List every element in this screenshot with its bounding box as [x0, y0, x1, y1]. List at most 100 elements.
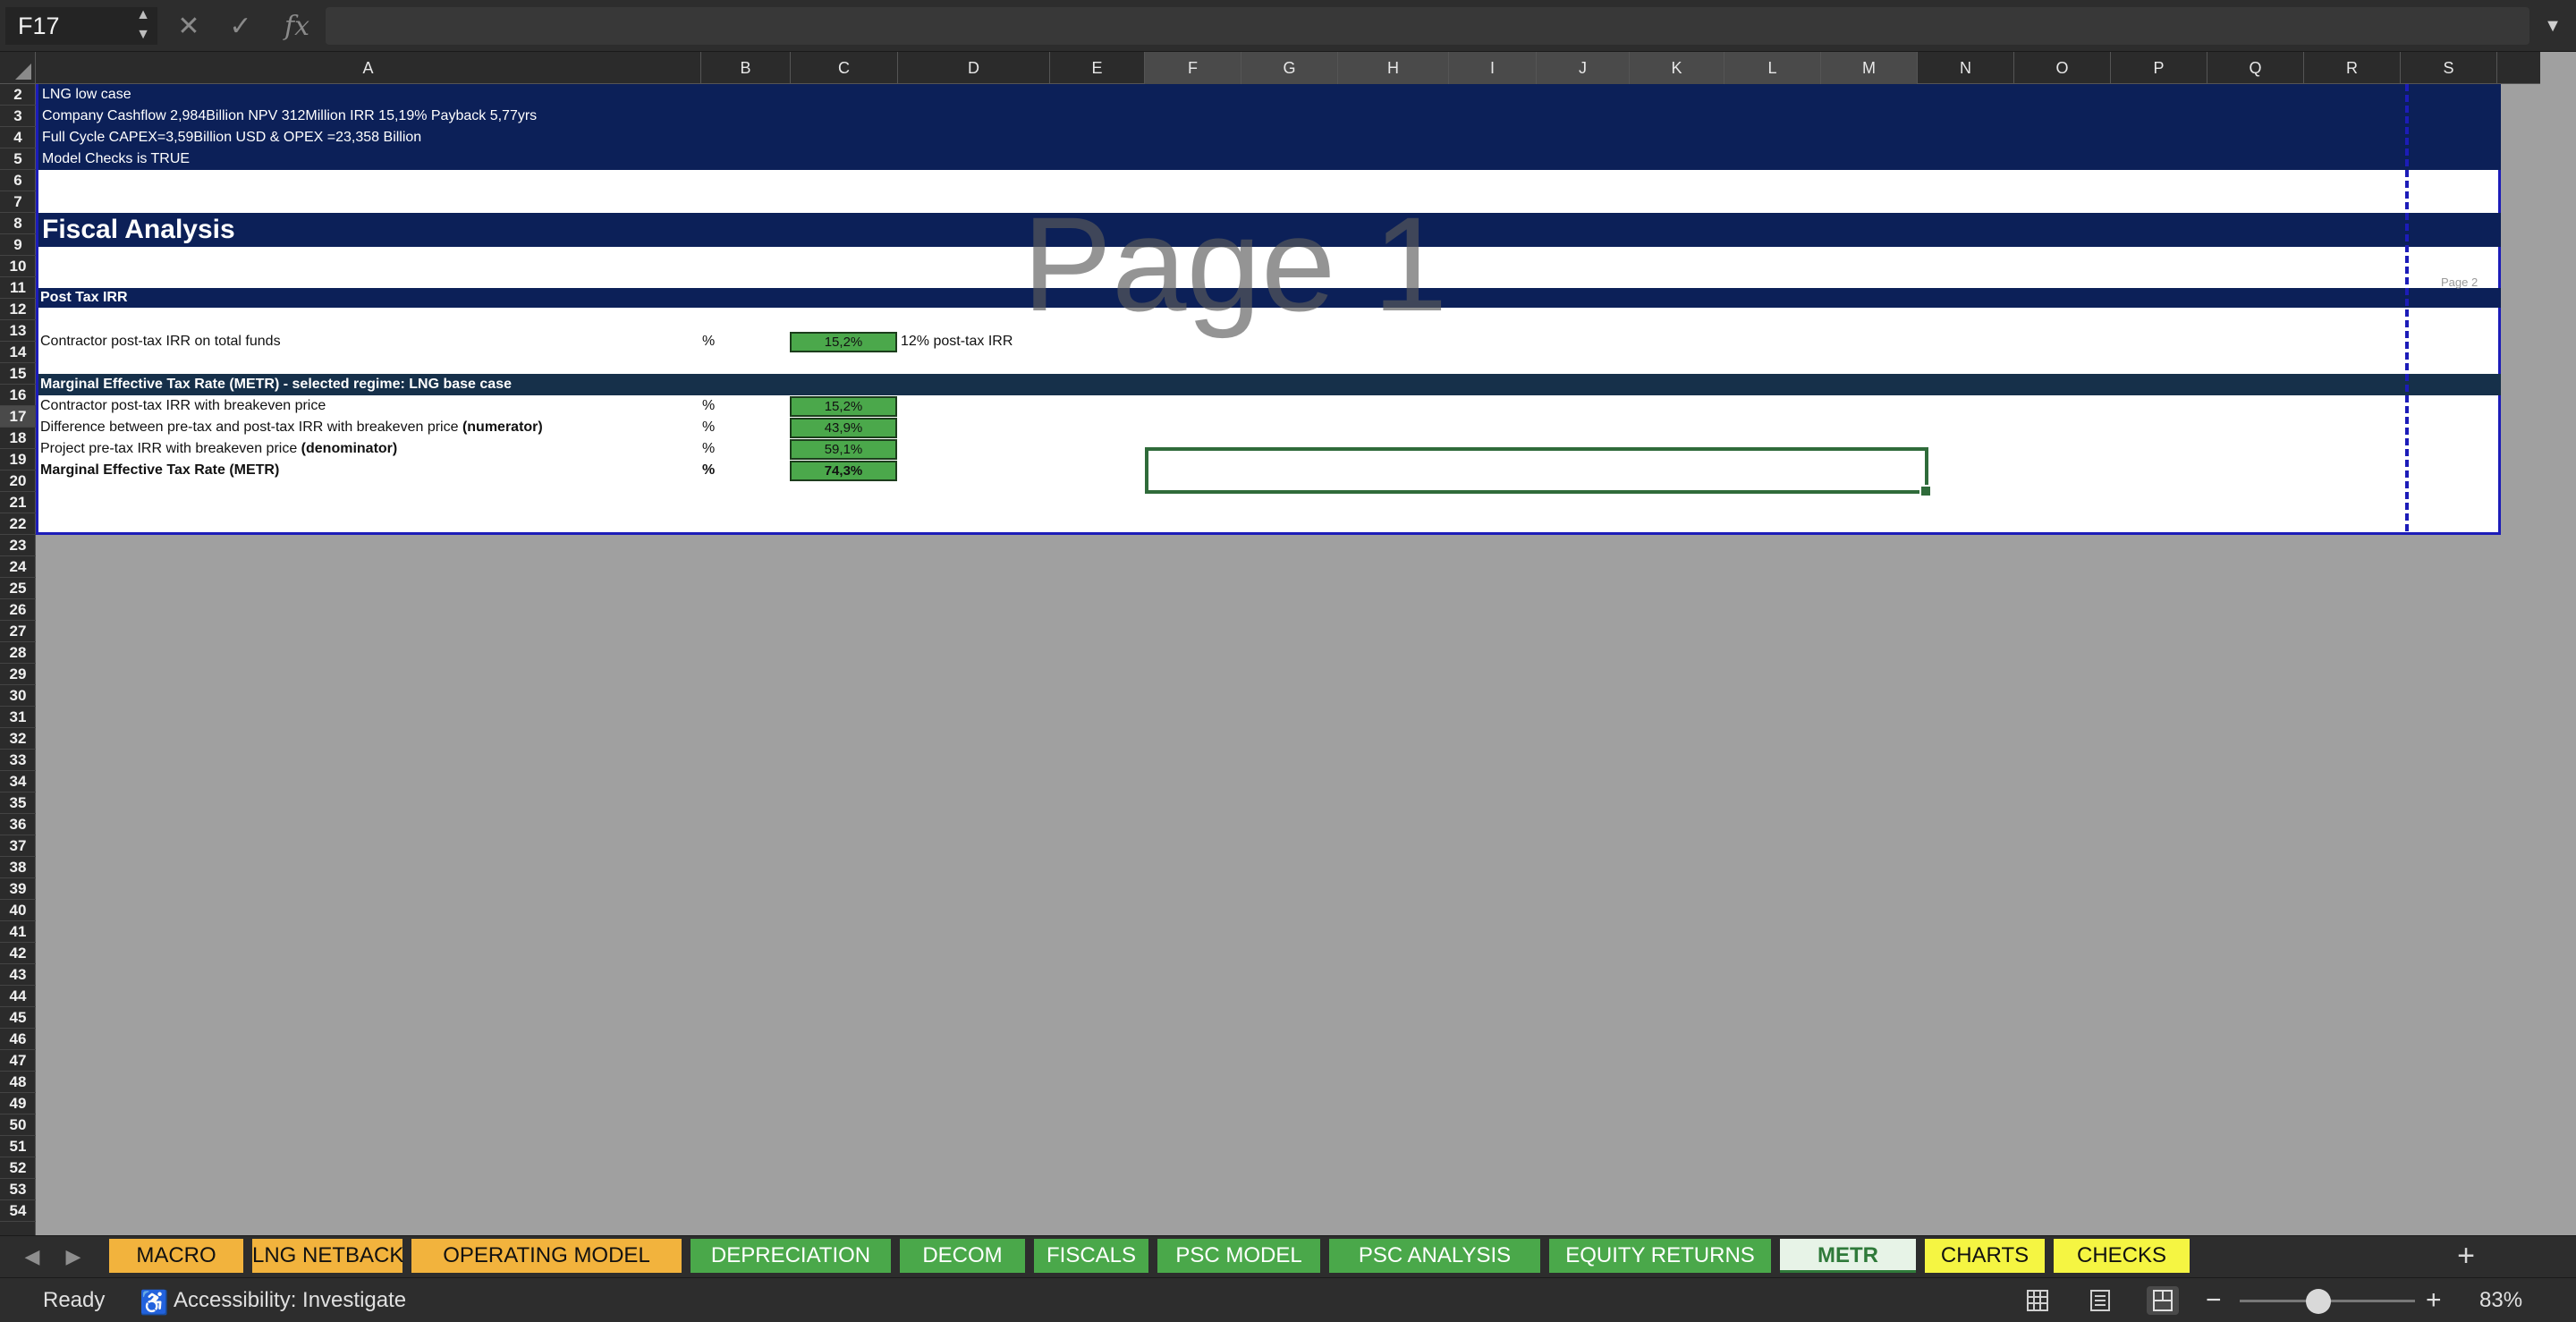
row-header-37[interactable]: 37	[0, 835, 36, 857]
column-header-c[interactable]: C	[791, 52, 898, 84]
zoom-slider[interactable]	[2240, 1289, 2415, 1314]
column-header-l[interactable]: L	[1724, 52, 1821, 84]
row-header-52[interactable]: 52	[0, 1157, 36, 1179]
row-header-46[interactable]: 46	[0, 1029, 36, 1050]
sheet-tab-fiscals[interactable]: FISCALS	[1034, 1239, 1148, 1273]
row-header-40[interactable]: 40	[0, 900, 36, 921]
zoom-in-button[interactable]: +	[2426, 1278, 2442, 1322]
row-header-25[interactable]: 25	[0, 578, 36, 599]
row-header-49[interactable]: 49	[0, 1093, 36, 1114]
page-layout-view-icon[interactable]	[2084, 1286, 2116, 1315]
column-header-g[interactable]: G	[1241, 52, 1338, 84]
row-header-50[interactable]: 50	[0, 1114, 36, 1136]
accessibility-status[interactable]: Accessibility: Investigate	[174, 1278, 406, 1322]
normal-view-icon[interactable]	[2021, 1286, 2054, 1315]
column-header-m[interactable]: M	[1821, 52, 1918, 84]
row-header-30[interactable]: 30	[0, 685, 36, 707]
cell-c17[interactable]: 43,9%	[790, 418, 897, 438]
cell-a19[interactable]: Marginal Effective Tax Rate (METR)	[40, 460, 279, 481]
selected-cell-f17[interactable]	[1145, 447, 1932, 497]
row-header-18[interactable]: 18	[0, 428, 36, 449]
row-header-38[interactable]: 38	[0, 857, 36, 878]
cell-a3[interactable]: Company Cashflow 2,984Billion NPV 312Mil…	[42, 106, 537, 127]
row-header-3[interactable]: 3	[0, 106, 36, 127]
column-header-n[interactable]: N	[1918, 52, 2014, 84]
column-header-j[interactable]: J	[1537, 52, 1630, 84]
row-header-21[interactable]: 21	[0, 492, 36, 513]
row-header-47[interactable]: 47	[0, 1050, 36, 1072]
sheet-tab-lng-netback-price[interactable]: LNG NETBACK PRICE	[252, 1239, 475, 1273]
cell-c18[interactable]: 59,1%	[790, 439, 897, 460]
column-header-e[interactable]: E	[1050, 52, 1145, 84]
row-header-39[interactable]: 39	[0, 878, 36, 900]
cell-b17[interactable]: %	[702, 417, 715, 438]
row-header-23[interactable]: 23	[0, 535, 36, 556]
row-header-27[interactable]: 27	[0, 621, 36, 642]
cell-a17[interactable]: Difference between pre-tax and post-tax …	[40, 417, 543, 438]
sheet-tab-charts[interactable]: CHARTS	[1925, 1239, 2045, 1273]
row-header-22[interactable]: 22	[0, 513, 36, 535]
row-header-5[interactable]: 5	[0, 148, 36, 170]
row-header-32[interactable]: 32	[0, 728, 36, 750]
sheet-tab-metr[interactable]: METR	[1780, 1239, 1916, 1273]
cell-c19[interactable]: 74,3%	[790, 461, 897, 481]
column-header-a[interactable]: A	[36, 52, 701, 84]
column-header-i[interactable]: I	[1449, 52, 1537, 84]
confirm-icon[interactable]: ✓	[227, 9, 254, 45]
sheet-tab-operating-model[interactable]: OPERATING MODEL	[411, 1239, 682, 1273]
row-header-29[interactable]: 29	[0, 664, 36, 685]
cell-c16[interactable]: 15,2%	[790, 396, 897, 417]
column-header-h[interactable]: H	[1338, 52, 1449, 84]
row-header-12[interactable]: 12	[0, 299, 36, 320]
row-header-24[interactable]: 24	[0, 556, 36, 578]
cell-a4[interactable]: Full Cycle CAPEX=3,59Billion USD & OPEX …	[42, 127, 421, 148]
row-header-17[interactable]: 17	[0, 406, 36, 428]
cell-c13[interactable]: 15,2%	[790, 332, 897, 352]
section-post-tax-irr[interactable]: Post Tax IRR	[40, 287, 128, 309]
row-header-28[interactable]: 28	[0, 642, 36, 664]
row-header-44[interactable]: 44	[0, 986, 36, 1007]
cell-d13[interactable]: 12% post-tax IRR	[901, 331, 1013, 352]
row-header-15[interactable]: 15	[0, 363, 36, 385]
row-header-41[interactable]: 41	[0, 921, 36, 943]
sheet-tab-psc-model[interactable]: PSC MODEL	[1157, 1239, 1320, 1273]
row-header-35[interactable]: 35	[0, 792, 36, 814]
cell-a18[interactable]: Project pre-tax IRR with breakeven price…	[40, 438, 397, 460]
formula-input[interactable]	[326, 7, 2529, 45]
row-header-54[interactable]: 54	[0, 1200, 36, 1222]
cell-a2[interactable]: LNG low case	[42, 84, 131, 106]
add-sheet-icon[interactable]: +	[2447, 1239, 2485, 1273]
cell-a16[interactable]: Contractor post-tax IRR with breakeven p…	[40, 395, 326, 417]
insert-function-icon[interactable]: fx	[279, 9, 315, 45]
sheet-tab-equity-returns[interactable]: EQUITY RETURNS	[1549, 1239, 1771, 1273]
sheet-tab-decom[interactable]: DECOM	[900, 1239, 1025, 1273]
row-header-31[interactable]: 31	[0, 707, 36, 728]
accessibility-icon[interactable]: ♿	[140, 1289, 168, 1316]
column-header-d[interactable]: D	[898, 52, 1050, 84]
row-header-33[interactable]: 33	[0, 750, 36, 771]
tab-next-icon[interactable]: ▶	[55, 1241, 91, 1272]
column-header-q[interactable]: Q	[2207, 52, 2304, 84]
row-header-45[interactable]: 45	[0, 1007, 36, 1029]
page-title[interactable]: Fiscal Analysis	[42, 215, 235, 245]
row-header-4[interactable]: 4	[0, 127, 36, 148]
cell-a13[interactable]: Contractor post-tax IRR on total funds	[40, 331, 281, 352]
select-all-button[interactable]	[0, 52, 36, 84]
row-header-13[interactable]: 13	[0, 320, 36, 342]
sheet-tab-depreciation[interactable]: DEPRECIATION	[691, 1239, 891, 1273]
row-header-48[interactable]: 48	[0, 1072, 36, 1093]
row-header-7[interactable]: 7	[0, 191, 36, 213]
column-header-f[interactable]: F	[1145, 52, 1241, 84]
cell-b18[interactable]: %	[702, 438, 715, 460]
row-header-42[interactable]: 42	[0, 943, 36, 964]
row-header-8[interactable]: 8	[0, 213, 36, 234]
row-header-36[interactable]: 36	[0, 814, 36, 835]
column-header-o[interactable]: O	[2014, 52, 2111, 84]
cell-b13[interactable]: %	[702, 331, 715, 352]
cell-a5[interactable]: Model Checks is TRUE	[42, 148, 190, 170]
row-header-43[interactable]: 43	[0, 964, 36, 986]
row-header-10[interactable]: 10	[0, 256, 36, 277]
column-header-p[interactable]: P	[2111, 52, 2207, 84]
row-header-11[interactable]: 11	[0, 277, 36, 299]
cancel-icon[interactable]: ✕	[175, 9, 202, 45]
